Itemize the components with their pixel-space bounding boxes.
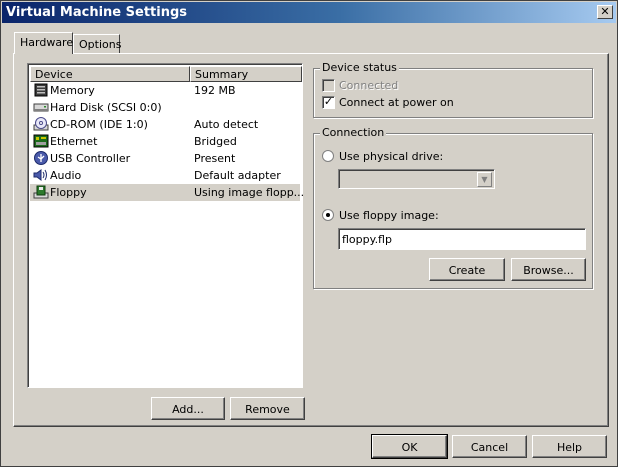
device-list[interactable]: Device Summary Memory 192 MB Hard Disk (… bbox=[27, 63, 304, 388]
device-name: Memory bbox=[50, 84, 95, 97]
chevron-down-icon[interactable]: ▼ bbox=[477, 172, 492, 187]
cancel-button[interactable]: Cancel bbox=[452, 435, 527, 458]
connect-at-power-on-label: Connect at power on bbox=[339, 96, 454, 109]
help-button-label: Help bbox=[556, 441, 583, 454]
tab-options[interactable]: Options bbox=[73, 34, 122, 54]
tab-options-label: Options bbox=[79, 38, 122, 51]
remove-button-label: Remove bbox=[245, 403, 290, 416]
use-floppy-image-radio[interactable] bbox=[322, 209, 334, 221]
device-status-group: Device status Connected ✓ Connect at pow… bbox=[313, 61, 593, 118]
device-row-cdrom[interactable]: CD-ROM (IDE 1:0) Auto detect bbox=[30, 116, 300, 133]
device-list-header: Device Summary bbox=[30, 66, 302, 82]
physical-drive-select[interactable]: ▼ bbox=[338, 169, 495, 189]
virtual-machine-settings-window: Virtual Machine Settings ✕ Hardware Opti… bbox=[0, 0, 618, 467]
device-name: Audio bbox=[50, 169, 82, 182]
window-title: Virtual Machine Settings bbox=[6, 5, 188, 20]
create-button-label: Create bbox=[448, 264, 486, 277]
ok-button-label: OK bbox=[401, 441, 418, 454]
device-name: Ethernet bbox=[50, 135, 98, 148]
connected-checkbox[interactable] bbox=[322, 79, 335, 92]
connect-at-power-on-checkbox[interactable]: ✓ bbox=[322, 96, 335, 109]
connected-label: Connected bbox=[339, 79, 399, 92]
column-header-device[interactable]: Device bbox=[30, 66, 190, 82]
device-row-hard-disk[interactable]: Hard Disk (SCSI 0:0) bbox=[30, 99, 300, 116]
use-physical-drive-radio[interactable] bbox=[322, 150, 334, 162]
floppy-image-input[interactable]: floppy.flp bbox=[338, 228, 586, 250]
remove-button[interactable]: Remove bbox=[230, 397, 305, 420]
floppy-image-value: floppy.flp bbox=[342, 233, 392, 246]
device-summary: Auto detect bbox=[194, 118, 259, 131]
device-row-audio[interactable]: Audio Default adapter bbox=[30, 167, 300, 184]
hard-disk-icon bbox=[33, 100, 49, 114]
create-button[interactable]: Create bbox=[429, 258, 505, 281]
column-summary-label: Summary bbox=[195, 68, 249, 81]
device-name: Floppy bbox=[50, 186, 87, 199]
ok-button[interactable]: OK bbox=[371, 434, 448, 459]
add-button[interactable]: Add... bbox=[151, 397, 225, 420]
tab-hardware-label: Hardware bbox=[20, 36, 74, 49]
device-row-ethernet[interactable]: Ethernet Bridged bbox=[30, 133, 300, 150]
use-physical-drive-label: Use physical drive: bbox=[339, 150, 444, 163]
browse-button-label: Browse... bbox=[523, 264, 574, 277]
device-summary: Bridged bbox=[194, 135, 237, 148]
device-summary: Default adapter bbox=[194, 169, 281, 182]
close-button[interactable]: ✕ bbox=[597, 5, 613, 19]
use-floppy-image-label: Use floppy image: bbox=[339, 209, 439, 222]
device-row-memory[interactable]: Memory 192 MB bbox=[30, 82, 300, 99]
device-summary: Present bbox=[194, 152, 236, 165]
usb-icon bbox=[33, 151, 49, 165]
column-header-summary[interactable]: Summary bbox=[190, 66, 302, 82]
device-name: Hard Disk (SCSI 0:0) bbox=[50, 101, 162, 114]
device-name: USB Controller bbox=[50, 152, 131, 165]
add-button-label: Add... bbox=[172, 403, 204, 416]
device-name: CD-ROM (IDE 1:0) bbox=[50, 118, 148, 131]
device-summary: 192 MB bbox=[194, 84, 236, 97]
browse-button[interactable]: Browse... bbox=[511, 258, 586, 281]
device-status-title: Device status bbox=[320, 61, 399, 74]
title-bar: Virtual Machine Settings bbox=[2, 2, 616, 23]
radio-selected-dot bbox=[326, 213, 330, 217]
tab-hardware[interactable]: Hardware bbox=[14, 32, 73, 54]
connection-group: Connection Use physical drive: ▼ Use flo… bbox=[313, 126, 593, 289]
connection-title: Connection bbox=[320, 126, 387, 139]
device-summary: Using image flopp... bbox=[194, 186, 305, 199]
audio-icon bbox=[33, 168, 49, 182]
help-button[interactable]: Help bbox=[532, 435, 607, 458]
device-row-usb-controller[interactable]: USB Controller Present bbox=[30, 150, 300, 167]
memory-icon bbox=[33, 83, 49, 97]
ethernet-icon bbox=[33, 134, 49, 148]
cdrom-icon bbox=[33, 117, 49, 131]
cancel-button-label: Cancel bbox=[470, 441, 509, 454]
column-device-label: Device bbox=[35, 68, 73, 81]
floppy-icon bbox=[33, 185, 49, 199]
close-icon: ✕ bbox=[600, 5, 610, 18]
device-row-floppy[interactable]: Floppy Using image flopp... bbox=[30, 184, 304, 201]
